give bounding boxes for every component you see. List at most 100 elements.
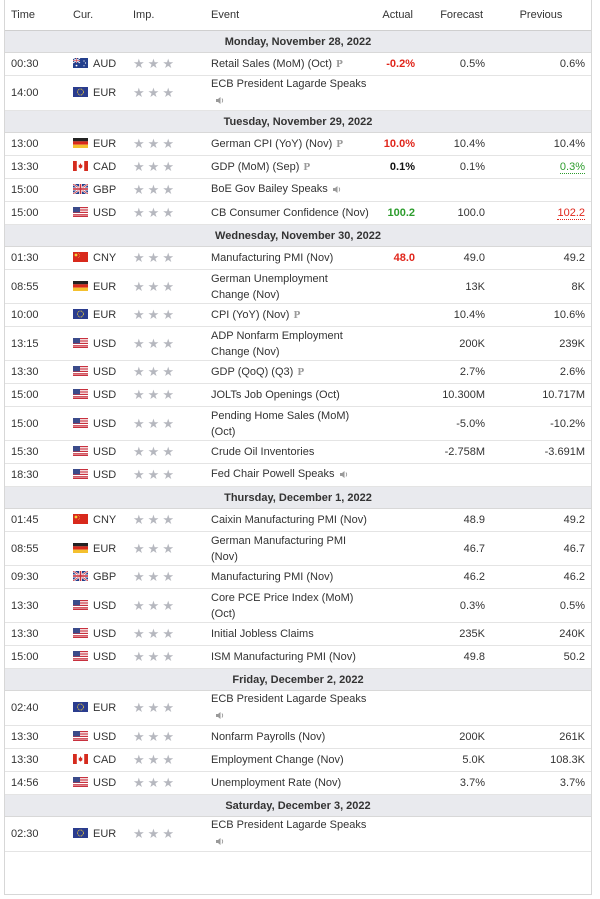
event-name[interactable]: German CPI (YoY) (Nov) (211, 138, 332, 150)
star-icon: ★ (162, 540, 177, 556)
event-row[interactable]: 02:30 EUR ★★★ ECB President Lagarde Speaks (5, 816, 591, 852)
col-header-event[interactable]: Event (205, 0, 375, 31)
event-name[interactable]: ECB President Lagarde Speaks (211, 693, 366, 705)
event-name-cell[interactable]: ECB President Lagarde Speaks (205, 75, 375, 111)
event-name-cell[interactable]: ECB President Lagarde Speaks (205, 690, 375, 726)
star-icon: ★ (147, 56, 163, 71)
event-name[interactable]: ECB President Lagarde Speaks (211, 78, 366, 90)
event-name-cell[interactable]: Unemployment Rate (Nov) (205, 771, 375, 795)
event-name-cell[interactable]: CB Consumer Confidence (Nov) (205, 201, 375, 225)
event-name[interactable]: Initial Jobless Claims (211, 628, 314, 640)
event-name-cell[interactable]: Caixin Manufacturing PMI (Nov) (205, 508, 375, 532)
event-row[interactable]: 01:30 CNY ★★★ Manufacturing PMI (Nov) 48.0 49… (5, 246, 591, 270)
event-name[interactable]: Pending Home Sales (MoM) (Oct) (211, 410, 349, 438)
col-header-currency[interactable]: Cur. (67, 0, 127, 31)
event-row[interactable]: 02:40 EUR ★★★ ECB President Lagarde Speaks (5, 690, 591, 726)
event-row[interactable]: 13:30 CAD ★★★ Employment Change (Nov) 5.0K 10… (5, 748, 591, 772)
event-row[interactable]: 15:00 GBP ★★★ BoE Gov Bailey Speaks (5, 178, 591, 202)
event-name-cell[interactable]: BoE Gov Bailey Speaks (205, 178, 375, 202)
event-name-cell[interactable]: Core PCE Price Index (MoM) (Oct) (205, 588, 375, 623)
event-name-cell[interactable]: Pending Home Sales (MoM) (Oct) (205, 406, 375, 441)
event-time: 13:30 (5, 725, 67, 749)
importance-rating: ★★★ (127, 645, 205, 669)
event-name[interactable]: Employment Change (Nov) (211, 754, 344, 766)
event-row[interactable]: 09:30 GBP ★★★ Manufacturing PMI (Nov) 46.2 46… (5, 565, 591, 589)
event-name[interactable]: ADP Nonfarm Employment Change (Nov) (211, 330, 343, 358)
event-currency: EUR (67, 75, 127, 111)
event-name-cell[interactable]: ECB President Lagarde Speaks (205, 816, 375, 852)
event-name[interactable]: German Unemployment Change (Nov) (211, 273, 328, 301)
event-row[interactable]: 15:30 USD ★★★ Crude Oil Inventories -2.758M -… (5, 440, 591, 464)
col-header-actual[interactable]: Actual (375, 0, 421, 31)
event-name[interactable]: Core PCE Price Index (MoM) (Oct) (211, 592, 353, 620)
event-name-cell[interactable]: JOLTs Job Openings (Oct) (205, 383, 375, 407)
event-name-cell[interactable]: Nonfarm Payrolls (Nov) (205, 725, 375, 749)
event-name[interactable]: CB Consumer Confidence (Nov) (211, 207, 369, 219)
event-row[interactable]: 15:00 USD ★★★ CB Consumer Confidence (Nov) 1… (5, 201, 591, 225)
event-name[interactable]: BoE Gov Bailey Speaks (211, 183, 328, 195)
event-name[interactable]: Nonfarm Payrolls (Nov) (211, 731, 325, 743)
event-time: 02:30 (5, 816, 67, 852)
speaker-icon (339, 468, 349, 484)
event-name-cell[interactable]: ADP Nonfarm Employment Change (Nov) (205, 326, 375, 361)
event-row[interactable]: 08:55 EUR ★★★ German Manufacturing PMI (Nov… (5, 531, 591, 566)
event-name[interactable]: JOLTs Job Openings (Oct) (211, 389, 340, 401)
event-name-cell[interactable]: German Unemployment Change (Nov) (205, 269, 375, 304)
event-row[interactable]: 13:30 CAD ★★★ GDP (MoM) (Sep) P 0.1% 0.1% 0.3% (5, 155, 591, 179)
actual-value-cell (375, 725, 421, 749)
event-name-cell[interactable]: Crude Oil Inventories (205, 440, 375, 464)
star-icon: ★ (147, 364, 163, 379)
event-row[interactable]: 10:00 EUR ★★★ CPI (YoY) (Nov) P 10.4% 10.6% (5, 303, 591, 327)
event-name[interactable]: GDP (QoQ) (Q3) (211, 366, 293, 378)
col-header-previous[interactable]: Previous (491, 0, 591, 31)
event-name[interactable]: Manufacturing PMI (Nov) (211, 252, 333, 264)
event-name-cell[interactable]: GDP (QoQ) (Q3) P (205, 360, 375, 384)
event-row[interactable]: 15:00 USD ★★★ ISM Manufacturing PMI (Nov) 49… (5, 645, 591, 669)
day-label: Friday, December 2, 2022 (5, 668, 591, 691)
event-name[interactable]: CPI (YoY) (Nov) (211, 309, 289, 321)
event-row[interactable]: 15:00 USD ★★★ Pending Home Sales (MoM) (Oct… (5, 406, 591, 441)
us-flag-icon (73, 337, 88, 348)
event-name-cell[interactable]: GDP (MoM) (Sep) P (205, 155, 375, 179)
event-row[interactable]: 01:45 CNY ★★★ Caixin Manufacturing PMI (Nov… (5, 508, 591, 532)
event-row[interactable]: 13:00 EUR ★★★ German CPI (YoY) (Nov) P 10.0% 1… (5, 132, 591, 156)
event-row[interactable]: 15:00 USD ★★★ JOLTs Job Openings (Oct) 10.30… (5, 383, 591, 407)
event-name-cell[interactable]: CPI (YoY) (Nov) P (205, 303, 375, 327)
event-name[interactable]: Retail Sales (MoM) (Oct) (211, 58, 332, 70)
event-name-cell[interactable]: Fed Chair Powell Speaks (205, 463, 375, 487)
event-name-cell[interactable]: Retail Sales (MoM) (Oct) P (205, 52, 375, 76)
event-row[interactable]: 14:00 EUR ★★★ ECB President Lagarde Speaks (5, 75, 591, 111)
event-name[interactable]: ISM Manufacturing PMI (Nov) (211, 651, 356, 663)
event-name-cell[interactable]: Initial Jobless Claims (205, 622, 375, 646)
event-row[interactable]: 13:30 USD ★★★ Initial Jobless Claims 235K 240… (5, 622, 591, 646)
event-row[interactable]: 13:30 USD ★★★ Nonfarm Payrolls (Nov) 200K 261… (5, 725, 591, 749)
event-row[interactable]: 13:30 USD ★★★ GDP (QoQ) (Q3) P 2.7% 2.6% (5, 360, 591, 384)
event-name-cell[interactable]: Employment Change (Nov) (205, 748, 375, 772)
event-name-cell[interactable]: German CPI (YoY) (Nov) P (205, 132, 375, 156)
event-name[interactable]: GDP (MoM) (Sep) (211, 161, 299, 173)
event-row[interactable]: 08:55 EUR ★★★ German Unemployment Change (N… (5, 269, 591, 304)
event-name-cell[interactable]: Manufacturing PMI (Nov) (205, 565, 375, 589)
event-name-cell[interactable]: Manufacturing PMI (Nov) (205, 246, 375, 270)
event-row[interactable]: 13:30 USD ★★★ Core PCE Price Index (MoM) (O… (5, 588, 591, 623)
event-name-cell[interactable]: German Manufacturing PMI (Nov) (205, 531, 375, 566)
event-name[interactable]: ECB President Lagarde Speaks (211, 819, 366, 831)
event-row[interactable]: 13:15 USD ★★★ ADP Nonfarm Employment Change… (5, 326, 591, 361)
col-header-forecast[interactable]: Forecast (421, 0, 491, 31)
star-icon: ★ (147, 775, 163, 790)
event-row[interactable]: 00:30 AUD ★★★ Retail Sales (MoM) (Oct) P -0.2… (5, 52, 591, 76)
event-name[interactable]: Fed Chair Powell Speaks (211, 468, 335, 480)
event-name[interactable]: Unemployment Rate (Nov) (211, 777, 341, 789)
star-icon: ★ (133, 569, 148, 584)
us-flag-icon (73, 777, 88, 787)
event-name-cell[interactable]: ISM Manufacturing PMI (Nov) (205, 645, 375, 669)
col-header-importance[interactable]: Imp. (127, 0, 205, 31)
event-name[interactable]: Manufacturing PMI (Nov) (211, 571, 333, 583)
event-name[interactable]: Crude Oil Inventories (211, 446, 314, 458)
event-row[interactable]: 14:56 USD ★★★ Unemployment Rate (Nov) 3.7% 3.… (5, 771, 591, 795)
previous-value: 261K (559, 731, 585, 743)
event-row[interactable]: 18:30 USD ★★★ Fed Chair Powell Speaks (5, 463, 591, 487)
col-header-time[interactable]: Time (5, 0, 67, 31)
event-name[interactable]: German Manufacturing PMI (Nov) (211, 535, 346, 563)
event-name[interactable]: Caixin Manufacturing PMI (Nov) (211, 514, 367, 526)
